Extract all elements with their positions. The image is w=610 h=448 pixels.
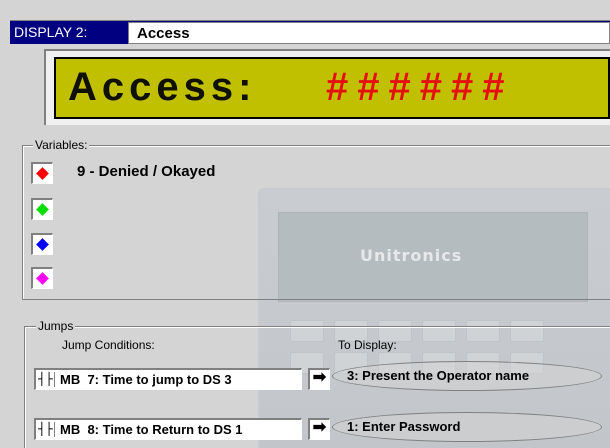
jump-condition-label[interactable]: MB 8: Time to Return to DS 1 <box>60 422 243 437</box>
lcd-preview[interactable]: Access: ###### <box>54 57 610 119</box>
jump-conditions-header: Jump Conditions: <box>62 338 155 352</box>
jumps-legend: Jumps <box>36 319 76 333</box>
contact-icon: ┤├ <box>37 422 55 437</box>
jump-destination-label[interactable]: 3: Present the Operator name <box>347 368 529 383</box>
jump-condition-label[interactable]: MB 7: Time to jump to DS 3 <box>60 372 232 387</box>
lcd-variable-value[interactable]: ###### <box>326 65 513 110</box>
jump-arrow-icon[interactable]: ➡ <box>308 418 330 440</box>
blue-diamond-icon <box>36 238 49 251</box>
variable-color-box[interactable] <box>31 162 53 184</box>
jump-arrow-icon[interactable]: ➡ <box>308 368 330 390</box>
green-diamond-icon <box>36 203 49 216</box>
red-diamond-icon <box>36 167 49 180</box>
display-number-label: DISPLAY 2: <box>14 24 88 40</box>
jump-condition-field[interactable]: ┤├ MB 7: Time to jump to DS 3 <box>34 368 302 390</box>
jump-destination[interactable]: 1: Enter Password <box>332 412 602 442</box>
variable-color-box[interactable] <box>31 267 53 289</box>
display-title-bar: DISPLAY 2: Access <box>10 20 610 44</box>
jump-destination[interactable]: 3: Present the Operator name <box>332 361 602 391</box>
contact-icon: ┤├ <box>37 372 55 387</box>
jump-destination-label[interactable]: 1: Enter Password <box>347 419 460 434</box>
variable-color-box[interactable] <box>31 198 53 220</box>
display-name-input[interactable]: Access <box>128 22 610 44</box>
magenta-diamond-icon <box>36 272 49 285</box>
jump-condition-field[interactable]: ┤├ MB 8: Time to Return to DS 1 <box>34 418 302 440</box>
variables-legend: Variables: <box>33 138 90 152</box>
display-editor-window: Unitronics DISPLAY 2: Access Access: ###… <box>0 0 610 448</box>
lcd-text: Access: <box>68 65 257 109</box>
to-display-header: To Display: <box>338 338 397 352</box>
variable-label[interactable]: 9 - Denied / Okayed <box>77 163 215 180</box>
variable-color-box[interactable] <box>31 233 53 255</box>
